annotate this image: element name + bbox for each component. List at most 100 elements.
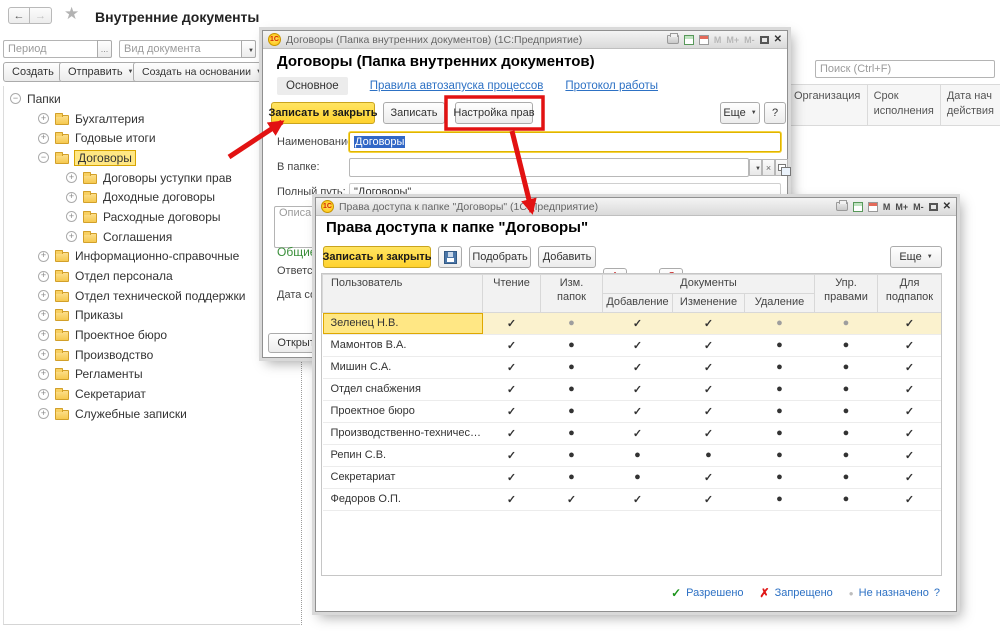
right-mark[interactable]: ✓ [483, 400, 541, 422]
right-mark[interactable]: ● [815, 378, 878, 400]
right-mark[interactable]: ✓ [483, 444, 541, 466]
user-name-cell[interactable]: Производственно-технический от... [323, 422, 483, 444]
tree-item-dogovory-ustupki-prav[interactable]: Договоры уступки прав [4, 168, 300, 188]
tree-item-dokhodnye-dogovory[interactable]: Доходные договоры [4, 187, 300, 207]
right-mark[interactable]: ✓ [483, 466, 541, 488]
table-row[interactable]: Зеленец Н.В. ✓ ● ✓ ✓ ● ● ✓ [323, 312, 942, 334]
col-edit[interactable]: Изменение [673, 293, 745, 312]
legend-help-link[interactable]: ? [934, 587, 940, 599]
right-mark[interactable]: ● [603, 466, 673, 488]
col-edit-folders[interactable]: Изм. папок [541, 275, 603, 313]
right-mark[interactable]: ✓ [878, 334, 942, 356]
create-based-on-button[interactable]: Создать на основании [133, 62, 271, 82]
tree-item-otdel-tekh-podderzhki[interactable]: Отдел технической поддержки [4, 286, 300, 306]
tree-item-reglamenty[interactable]: Регламенты [4, 365, 300, 385]
close-icon[interactable] [943, 201, 951, 212]
right-mark[interactable]: ✓ [878, 312, 942, 334]
legend-not-assigned-label[interactable]: Не назначено [859, 587, 929, 599]
more-button[interactable]: Еще [890, 246, 942, 268]
memory-m-minus-button[interactable]: M- [744, 35, 755, 45]
add-button[interactable]: Добавить [538, 246, 596, 268]
table-icon[interactable] [684, 35, 694, 45]
user-name-cell[interactable]: Проектное бюро [323, 400, 483, 422]
calendar-icon[interactable] [699, 35, 709, 45]
right-mark[interactable]: ● [815, 444, 878, 466]
tree-item-dogovory[interactable]: Договоры [4, 148, 300, 168]
table-row[interactable]: Мамонтов В.А. ✓ ● ✓ ✓ ● ● ✓ [323, 334, 942, 356]
right-mark[interactable]: ✓ [673, 400, 745, 422]
right-mark[interactable]: ● [541, 356, 603, 378]
expand-icon[interactable] [66, 172, 77, 183]
parent-folder-input[interactable] [349, 158, 749, 177]
pick-button[interactable]: Подобрать [469, 246, 531, 268]
right-mark[interactable]: ✓ [483, 488, 541, 510]
right-mark[interactable]: ✓ [603, 422, 673, 444]
tree-item-sluzhebnye-zapiski[interactable]: Служебные записки [4, 404, 300, 424]
save-and-close-button[interactable]: Записать и закрыть [323, 246, 431, 268]
col-read[interactable]: Чтение [483, 275, 541, 313]
right-mark[interactable]: ● [815, 334, 878, 356]
right-mark[interactable]: ✓ [603, 356, 673, 378]
right-mark[interactable]: ✓ [878, 488, 942, 510]
right-mark[interactable]: ● [815, 466, 878, 488]
right-mark[interactable]: ✓ [673, 488, 745, 510]
print-icon[interactable] [667, 35, 679, 44]
tab-main[interactable]: Основное [277, 77, 348, 95]
tree-item-sekretariat[interactable]: Секретариат [4, 384, 300, 404]
col-add[interactable]: Добавление [603, 293, 673, 312]
memory-m-plus-button[interactable]: M+ [895, 202, 908, 212]
right-mark[interactable]: ✓ [673, 312, 745, 334]
user-name-cell[interactable]: Репин С.В. [323, 444, 483, 466]
right-mark[interactable]: ✓ [673, 422, 745, 444]
period-more-button[interactable]: ... [97, 40, 112, 58]
search-input[interactable] [815, 60, 995, 78]
right-mark[interactable]: ● [745, 400, 815, 422]
right-mark[interactable]: ✓ [603, 334, 673, 356]
favorite-star-icon[interactable]: ★ [64, 4, 79, 24]
right-mark[interactable]: ● [541, 466, 603, 488]
right-mark[interactable]: ● [541, 378, 603, 400]
tree-item-prikazy[interactable]: Приказы [4, 306, 300, 326]
memory-m-button[interactable]: M [883, 202, 891, 212]
user-name-cell[interactable]: Зеленец Н.В. [323, 312, 483, 334]
table-row[interactable]: Проектное бюро ✓ ● ✓ ✓ ● ● ✓ [323, 400, 942, 422]
right-mark[interactable]: ● [541, 334, 603, 356]
right-mark[interactable]: ● [745, 466, 815, 488]
period-input[interactable] [3, 40, 97, 58]
right-mark[interactable]: ● [745, 422, 815, 444]
tree-item-godovye-itogi[interactable]: Годовые итоги [4, 128, 300, 148]
right-mark[interactable]: ● [745, 312, 815, 334]
right-mark[interactable]: ✓ [483, 422, 541, 444]
expand-icon[interactable] [38, 113, 49, 124]
legend-allowed-label[interactable]: Разрешено [686, 587, 743, 599]
tab-work-protocol[interactable]: Протокол работы [565, 80, 658, 92]
col-subfolders[interactable]: Для подпапок [878, 275, 942, 313]
right-mark[interactable]: ● [541, 312, 603, 334]
right-mark[interactable]: ✓ [603, 488, 673, 510]
name-input[interactable]: Договоры [349, 132, 781, 152]
calendar-icon[interactable] [868, 202, 878, 212]
right-mark[interactable]: ● [815, 312, 878, 334]
collapse-icon[interactable] [38, 152, 49, 163]
column-due-date[interactable]: Срок исполнения [868, 85, 941, 125]
right-mark[interactable]: ● [745, 334, 815, 356]
table-row[interactable]: Секретариат ✓ ● ● ✓ ● ● ✓ [323, 466, 942, 488]
tree-item-papki[interactable]: Папки [4, 89, 300, 109]
column-start-date[interactable]: Дата нач действия [941, 85, 1000, 125]
expand-icon[interactable] [38, 369, 49, 380]
right-mark[interactable]: ✓ [878, 466, 942, 488]
memory-m-plus-button[interactable]: M+ [726, 35, 739, 45]
right-mark[interactable]: ✓ [878, 400, 942, 422]
right-mark[interactable]: ● [541, 422, 603, 444]
tree-item-otdel-personala[interactable]: Отдел персонала [4, 266, 300, 286]
close-icon[interactable] [774, 34, 782, 45]
right-mark[interactable]: ● [815, 488, 878, 510]
col-documents-group[interactable]: Документы [603, 275, 815, 294]
doc-type-input[interactable] [119, 40, 241, 58]
right-mark[interactable]: ✓ [541, 488, 603, 510]
expand-icon[interactable] [38, 330, 49, 341]
table-icon[interactable] [853, 202, 863, 212]
right-mark[interactable]: ● [815, 400, 878, 422]
right-mark[interactable]: ● [541, 400, 603, 422]
more-button[interactable]: Еще [720, 102, 760, 124]
